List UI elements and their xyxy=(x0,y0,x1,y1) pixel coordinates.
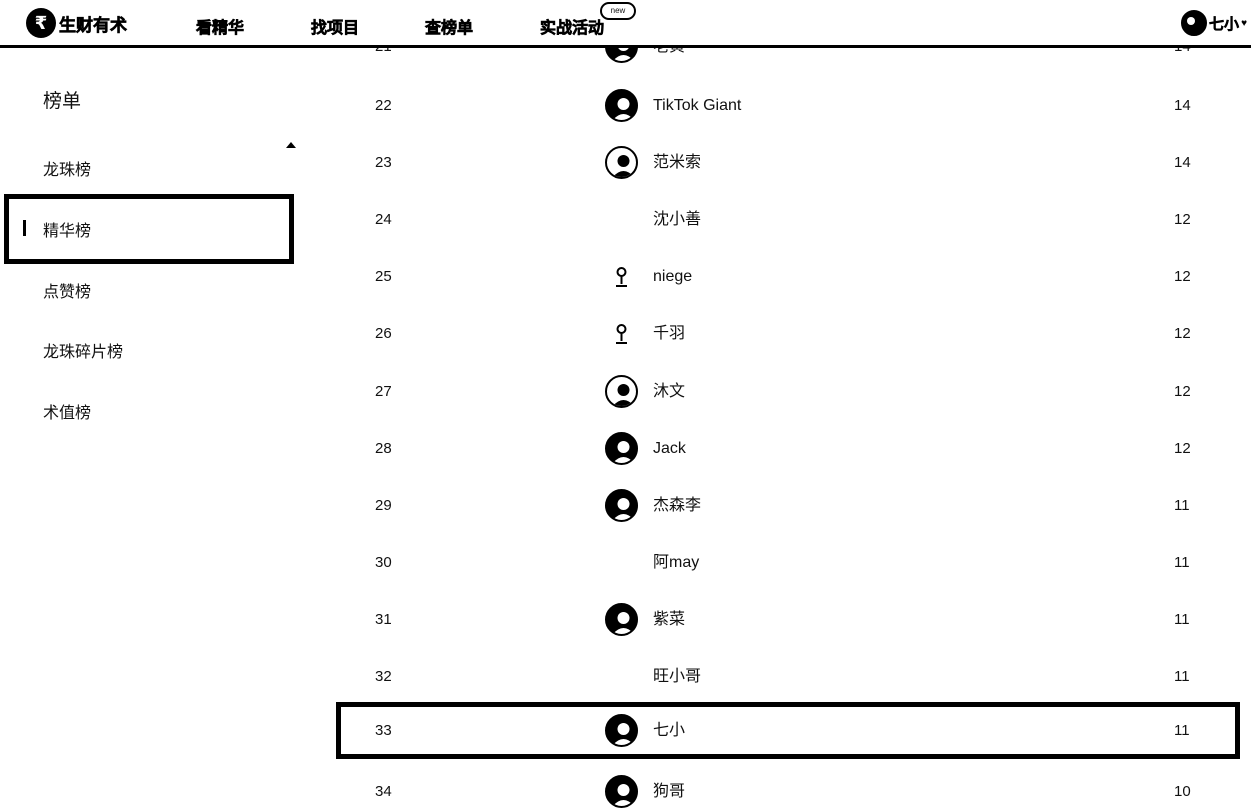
ranking-list: 21 老黄 14 22 TikTok Giant 14 23 范米索 14 24 沈小善 12 25 ni… xyxy=(336,48,1242,811)
featured-count: 12 xyxy=(1174,383,1191,400)
rank-number: 27 xyxy=(375,383,392,400)
top-navigation-bar: ₹ 生财有术 看精华 找项目 查榜单 实战活动 new 七小 ♥ xyxy=(0,0,1251,48)
avatar-icon[interactable] xyxy=(605,317,638,350)
member-name[interactable]: 沐文 xyxy=(653,363,685,420)
avatar-icon[interactable] xyxy=(605,146,638,179)
avatar-icon[interactable] xyxy=(605,375,638,408)
user-menu[interactable]: 七小 ♥ xyxy=(1181,10,1247,36)
sidebar-item-featured[interactable]: 精华榜 xyxy=(4,194,294,264)
table-row[interactable]: 34 狗哥 10 xyxy=(336,763,1240,811)
member-name[interactable]: 千羽 xyxy=(653,305,685,362)
sidebar-item-skill-value[interactable]: 术值榜 xyxy=(4,381,294,441)
featured-count: 12 xyxy=(1174,211,1191,228)
new-badge: new xyxy=(600,2,636,20)
logo-mark-icon: ₹ xyxy=(26,8,56,38)
rank-number: 22 xyxy=(375,97,392,114)
member-name[interactable]: Jack xyxy=(653,420,686,477)
rank-number: 25 xyxy=(375,268,392,285)
avatar-icon[interactable] xyxy=(605,714,638,747)
table-row[interactable]: 21 老黄 14 xyxy=(336,48,1240,75)
rank-number: 23 xyxy=(375,154,392,171)
table-row[interactable]: 30 阿may 11 xyxy=(336,534,1240,591)
rank-number: 29 xyxy=(375,497,392,514)
rank-number: 26 xyxy=(375,325,392,342)
avatar-icon[interactable] xyxy=(605,775,638,808)
table-row[interactable]: 26 千羽 12 xyxy=(336,305,1240,362)
avatar-icon[interactable] xyxy=(605,489,638,522)
rank-number: 32 xyxy=(375,668,392,685)
rank-number: 33 xyxy=(375,722,392,739)
nav-rankings[interactable]: 查榜单 xyxy=(425,14,474,38)
featured-count: 11 xyxy=(1174,554,1190,571)
heart-icon[interactable]: ♥ xyxy=(1241,18,1247,29)
avatar-icon[interactable] xyxy=(605,432,638,465)
avatar-icon[interactable] xyxy=(605,603,638,636)
member-name[interactable]: 范米索 xyxy=(653,134,701,191)
table-row[interactable]: 27 沐文 12 xyxy=(336,363,1240,420)
table-row[interactable]: 31 紫菜 11 xyxy=(336,591,1240,648)
featured-count: 14 xyxy=(1174,48,1191,75)
member-name[interactable]: 七小 xyxy=(653,707,685,754)
member-name[interactable]: 旺小哥 xyxy=(653,648,701,705)
table-row[interactable]: 24 沈小善 12 xyxy=(336,191,1240,248)
table-row[interactable]: 23 范米索 14 xyxy=(336,134,1240,191)
nav-featured[interactable]: 看精华 xyxy=(196,14,245,38)
logo-text: 生财有术 xyxy=(59,15,128,35)
sidebar-item-label: 精华榜 xyxy=(43,223,92,240)
featured-count: 11 xyxy=(1174,611,1190,628)
member-name[interactable]: 老黄 xyxy=(653,48,685,75)
rank-number: 28 xyxy=(375,440,392,457)
sidebar-item-label: 龙珠碎片榜 xyxy=(43,344,124,361)
sidebar-item-label: 术值榜 xyxy=(43,405,92,422)
site-logo[interactable]: ₹ 生财有术 xyxy=(26,8,127,38)
featured-count: 11 xyxy=(1174,668,1190,685)
rank-number: 30 xyxy=(375,554,392,571)
table-row[interactable]: 25 niege 12 xyxy=(336,248,1240,305)
table-row-current-user[interactable]: 33 七小 11 xyxy=(336,702,1240,759)
featured-count: 14 xyxy=(1174,154,1191,171)
table-row[interactable]: 28 Jack 12 xyxy=(336,420,1240,477)
sidebar-item-dragon-pearl[interactable]: 龙珠榜 xyxy=(4,138,294,198)
member-name[interactable]: 沈小善 xyxy=(653,191,701,248)
featured-count: 12 xyxy=(1174,440,1191,457)
sidebar-item-pearl-fragments[interactable]: 龙珠碎片榜 xyxy=(4,320,294,380)
member-name[interactable]: 紫菜 xyxy=(653,591,685,648)
member-name[interactable]: TikTok Giant xyxy=(653,77,741,134)
member-name[interactable]: 狗哥 xyxy=(653,763,685,811)
avatar-icon[interactable] xyxy=(605,260,638,293)
nav-projects[interactable]: 找项目 xyxy=(311,14,360,38)
table-row[interactable]: 32 旺小哥 11 xyxy=(336,648,1240,705)
featured-count: 11 xyxy=(1174,497,1190,514)
active-marker xyxy=(23,220,26,236)
user-name[interactable]: 七小 xyxy=(1209,13,1240,34)
sidebar-item-likes[interactable]: 点赞榜 xyxy=(4,260,294,320)
sidebar-title: 榜单 xyxy=(43,91,82,112)
rank-number: 24 xyxy=(375,211,392,228)
table-row[interactable]: 29 杰森李 11 xyxy=(336,477,1240,534)
sidebar-item-label: 龙珠榜 xyxy=(43,162,92,179)
table-row[interactable]: 22 TikTok Giant 14 xyxy=(336,77,1240,134)
avatar-icon[interactable] xyxy=(605,48,638,63)
rank-number: 34 xyxy=(375,783,392,800)
member-name[interactable]: 阿may xyxy=(653,534,699,591)
nav-activities[interactable]: 实战活动 xyxy=(540,14,605,38)
member-name[interactable]: 杰森李 xyxy=(653,477,701,534)
featured-count: 10 xyxy=(1174,783,1191,800)
featured-count: 12 xyxy=(1174,325,1191,342)
rank-number: 21 xyxy=(375,48,392,75)
member-name[interactable]: niege xyxy=(653,248,692,305)
rank-number: 31 xyxy=(375,611,392,628)
featured-count: 11 xyxy=(1174,722,1190,739)
sidebar-item-label: 点赞榜 xyxy=(43,284,92,301)
avatar-icon[interactable] xyxy=(605,89,638,122)
featured-count: 12 xyxy=(1174,268,1191,285)
featured-count: 14 xyxy=(1174,97,1191,114)
user-avatar-icon[interactable] xyxy=(1181,10,1208,36)
